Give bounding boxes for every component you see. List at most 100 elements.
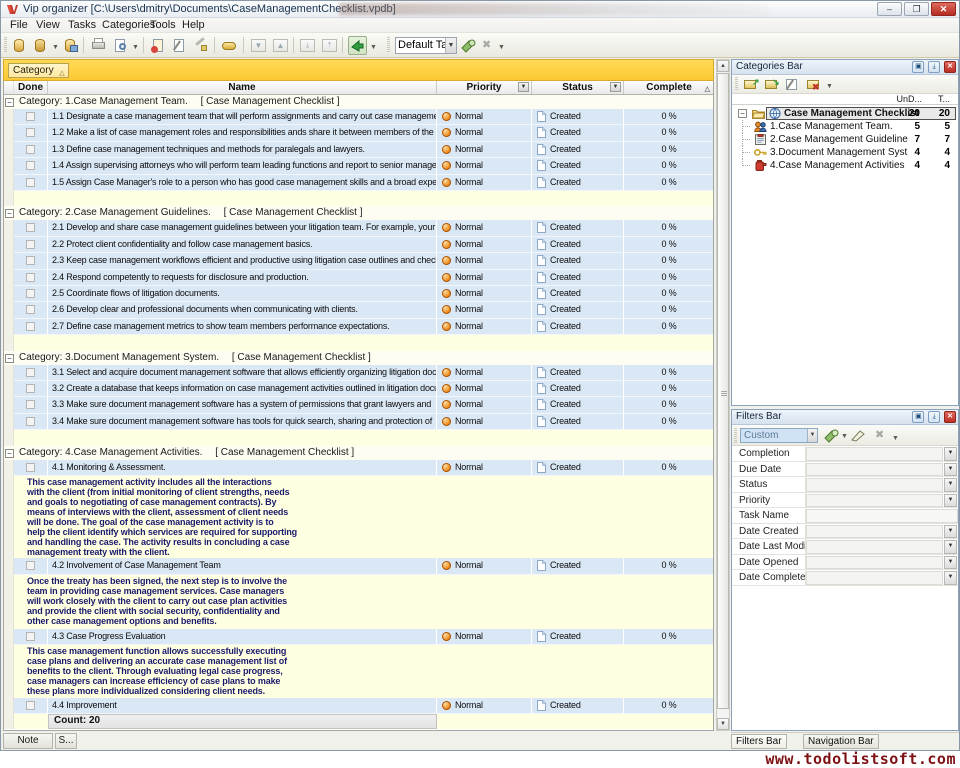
task-name-cell[interactable]: 2.5 Coordinate flows of litigation docum…: [48, 286, 437, 302]
task-tools-icon[interactable]: [191, 36, 210, 55]
filter-row-date-last-modified[interactable]: Date Last Modifi ▼: [732, 539, 958, 555]
table-row[interactable]: 2.7 Define case management metrics to sh…: [4, 319, 713, 335]
task-priority-cell[interactable]: Normal: [437, 142, 532, 158]
checkbox-icon[interactable]: [26, 463, 35, 472]
task-view-select[interactable]: Default Task V ▼: [395, 37, 457, 54]
filter-value-input[interactable]: [806, 540, 943, 554]
toolbar-grip[interactable]: [735, 77, 738, 91]
category-group-row[interactable]: − Category: 1.Case Management Team. [ Ca…: [4, 95, 713, 109]
new-task-icon[interactable]: [149, 36, 168, 55]
table-row[interactable]: 4.1 Monitoring & Assessment. Normal Crea…: [4, 460, 713, 476]
task-status-cell[interactable]: Created: [532, 109, 624, 125]
chevron-down-icon[interactable]: ▼: [944, 556, 957, 570]
group-by-chip-category[interactable]: Category △: [8, 63, 69, 78]
table-row[interactable]: 3.3 Make sure document management softwa…: [4, 397, 713, 413]
filter-value-input[interactable]: [806, 463, 943, 477]
task-complete-cell[interactable]: 0 %: [624, 125, 714, 141]
chevron-down-icon[interactable]: ▼: [944, 540, 957, 554]
task-priority-cell[interactable]: Normal: [437, 302, 532, 318]
task-done-cell[interactable]: [14, 397, 48, 413]
column-header-total[interactable]: T...: [924, 94, 950, 105]
task-complete-cell[interactable]: 0 %: [624, 270, 714, 286]
task-priority-cell[interactable]: Normal: [437, 397, 532, 413]
toolbar-grip[interactable]: [4, 37, 7, 53]
task-done-cell[interactable]: [14, 220, 48, 236]
filter-row-priority[interactable]: Priority ▼: [732, 493, 958, 509]
task-priority-cell[interactable]: Normal: [437, 237, 532, 253]
edit-task-icon[interactable]: [170, 36, 189, 55]
checkbox-icon[interactable]: [26, 561, 35, 570]
table-row[interactable]: 2.3 Keep case management workflows effic…: [4, 253, 713, 269]
checkbox-icon[interactable]: [26, 632, 35, 641]
checkbox-icon[interactable]: [26, 112, 35, 121]
close-panel-icon[interactable]: ✕: [944, 411, 956, 423]
category-options-dropdown-icon[interactable]: ▼: [826, 83, 833, 90]
column-header-priority[interactable]: Priority ▼: [437, 81, 532, 94]
export-dropdown-icon[interactable]: ▼: [370, 44, 377, 51]
move-to-bottom-icon[interactable]: ⤓: [298, 36, 317, 55]
task-priority-cell[interactable]: Normal: [437, 158, 532, 174]
edit-filter-icon[interactable]: [849, 427, 868, 446]
collapse-icon[interactable]: −: [5, 354, 14, 363]
task-priority-cell[interactable]: Normal: [437, 175, 532, 191]
task-priority-cell[interactable]: Normal: [437, 558, 532, 574]
task-name-cell[interactable]: 1.4 Assign supervising attorneys who wil…: [48, 158, 437, 174]
tree-item-case-management-activities[interactable]: 4.Case Management Activities 4 4: [732, 159, 958, 172]
table-row[interactable]: 3.2 Create a database that keeps informa…: [4, 381, 713, 397]
minimize-button[interactable]: –: [877, 2, 902, 16]
task-name-cell[interactable]: 2.2 Protect client confidentiality and f…: [48, 237, 437, 253]
chevron-down-icon[interactable]: ▼: [944, 494, 957, 508]
apply-view-icon[interactable]: [459, 36, 478, 55]
task-note-row[interactable]: This case management activity includes a…: [4, 476, 713, 558]
task-status-cell[interactable]: Created: [532, 175, 624, 191]
task-complete-cell[interactable]: 0 %: [624, 319, 714, 335]
task-name-cell[interactable]: 2.1 Develop and share case management gu…: [48, 220, 437, 236]
task-status-cell[interactable]: Created: [532, 629, 624, 645]
float-panel-icon[interactable]: ▣: [912, 61, 924, 73]
task-complete-cell[interactable]: 0 %: [624, 381, 714, 397]
move-to-top-icon[interactable]: ⤒: [320, 36, 339, 55]
task-name-cell[interactable]: 4.1 Monitoring & Assessment.: [48, 460, 437, 476]
task-done-cell[interactable]: [14, 460, 48, 476]
checkbox-icon[interactable]: [26, 273, 35, 282]
checkbox-icon[interactable]: [26, 240, 35, 249]
table-row[interactable]: 2.5 Coordinate flows of litigation docum…: [4, 286, 713, 302]
tree-item-case-management-checklist[interactable]: − Case Management Checklist 20 20: [732, 107, 958, 120]
column-header-complete[interactable]: Complete △: [624, 81, 714, 94]
task-status-cell[interactable]: Created: [532, 253, 624, 269]
note-icon[interactable]: [220, 36, 239, 55]
task-priority-cell[interactable]: Normal: [437, 381, 532, 397]
scrollbar-thumb[interactable]: [717, 73, 729, 709]
task-complete-cell[interactable]: 0 %: [624, 629, 714, 645]
task-complete-cell[interactable]: 0 %: [624, 237, 714, 253]
tree-item-case-management-guidelines[interactable]: 2.Case Management Guideline 7 7: [732, 133, 958, 146]
category-group-row[interactable]: − Category: 2.Case Management Guidelines…: [4, 206, 713, 220]
close-button[interactable]: ✕: [931, 2, 956, 16]
table-row[interactable]: 1.5 Assign Case Manager's role to a pers…: [4, 175, 713, 191]
collapse-icon[interactable]: −: [5, 209, 14, 218]
checkbox-icon[interactable]: [26, 400, 35, 409]
grid-vertical-scrollbar[interactable]: ▲ ▼: [716, 59, 730, 731]
task-complete-cell[interactable]: 0 %: [624, 414, 714, 430]
move-up-icon[interactable]: ▲: [271, 36, 290, 55]
task-priority-cell[interactable]: Normal: [437, 286, 532, 302]
table-row[interactable]: 2.2 Protect client confidentiality and f…: [4, 237, 713, 253]
column-header-undone[interactable]: UnD...: [878, 94, 922, 105]
task-status-cell[interactable]: Created: [532, 302, 624, 318]
tab-navigation-bar[interactable]: Navigation Bar: [803, 734, 879, 749]
task-done-cell[interactable]: [14, 142, 48, 158]
task-name-cell[interactable]: 1.5 Assign Case Manager's role to a pers…: [48, 175, 437, 191]
print-preview-icon[interactable]: [111, 36, 130, 55]
filter-value-input[interactable]: [806, 478, 943, 492]
task-name-cell[interactable]: 3.1 Select and acquire document manageme…: [48, 365, 437, 381]
task-done-cell[interactable]: [14, 158, 48, 174]
task-complete-cell[interactable]: 0 %: [624, 175, 714, 191]
table-row[interactable]: 2.1 Develop and share case management gu…: [4, 220, 713, 236]
task-status-cell[interactable]: Created: [532, 698, 624, 714]
filter-row-task-name[interactable]: Task Name: [732, 508, 958, 524]
checkbox-icon[interactable]: [26, 223, 35, 232]
column-header-name[interactable]: Name: [48, 81, 437, 94]
filter-preset-select[interactable]: Custom ▼: [740, 428, 818, 443]
task-status-cell[interactable]: Created: [532, 397, 624, 413]
task-done-cell[interactable]: [14, 365, 48, 381]
